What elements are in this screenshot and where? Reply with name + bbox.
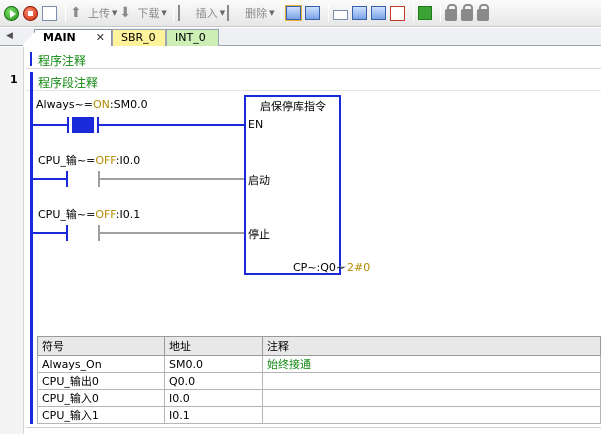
contact-state: ON [93,98,110,111]
function-block-title[interactable]: 启保停库指令 [246,98,340,114]
power-rail [30,72,33,424]
header-address: 地址 [164,336,263,356]
pin-en: EN [248,118,264,131]
pin-start: 启动 [248,174,270,187]
cell-comment [262,372,601,390]
contact-energized-fill [72,117,94,133]
pin-stop: 停止 [248,228,270,241]
contact-label-i00[interactable]: CPU_输~=OFF:I0.0 [38,152,140,168]
cell-comment [262,389,601,407]
contact-state: OFF [95,154,116,167]
cell-address: SM0.0 [164,355,263,373]
table-row[interactable]: CPU_输入0 I0.0 [37,389,601,407]
contact-state: OFF [95,208,116,221]
cell-address: I0.0 [164,389,263,407]
editor-bottom-border [26,427,601,428]
contact-address: I0.1 [119,208,141,221]
contact-symbol: Always~ [36,98,84,111]
cell-address: Q0.0 [164,372,263,390]
header-comment: 注释 [262,336,601,356]
table-row[interactable]: CPU_输出0 Q0.0 [37,372,601,390]
table-row[interactable]: Always_On SM0.0 始终接通 [37,355,601,373]
cell-comment [262,406,601,424]
contact-eq: = [86,154,96,167]
contact-eq: = [86,208,96,221]
contact-label-i01[interactable]: CPU_输~=OFF:I0.1 [38,206,140,222]
symbol-table: 符号 地址 注释 Always_On SM0.0 始终接通 CPU_输出0 Q0… [37,336,601,424]
table-header-row: 符号 地址 注释 [37,336,601,356]
cell-symbol: CPU_输入1 [37,406,165,424]
output-value: 2#0 [347,261,371,274]
table-row[interactable]: CPU_输入1 I0.1 [37,406,601,424]
cell-symbol: CPU_输入0 [37,389,165,407]
cell-comment: 始终接通 [262,355,601,373]
output-label[interactable]: CP~:Q0~ [293,261,345,274]
contact-eq: = [83,98,93,111]
contact-address: I0.0 [119,154,141,167]
cell-symbol: Always_On [37,355,165,373]
contact-symbol: CPU_输~ [38,154,87,167]
cell-address: I0.1 [164,406,263,424]
contact-label-sm00[interactable]: Always~=ON:SM0.0 [36,98,148,111]
contact-symbol: CPU_输~ [38,208,87,221]
contact-address: SM0.0 [113,98,148,111]
cell-symbol: CPU_输出0 [37,372,165,390]
header-symbol: 符号 [37,336,165,356]
